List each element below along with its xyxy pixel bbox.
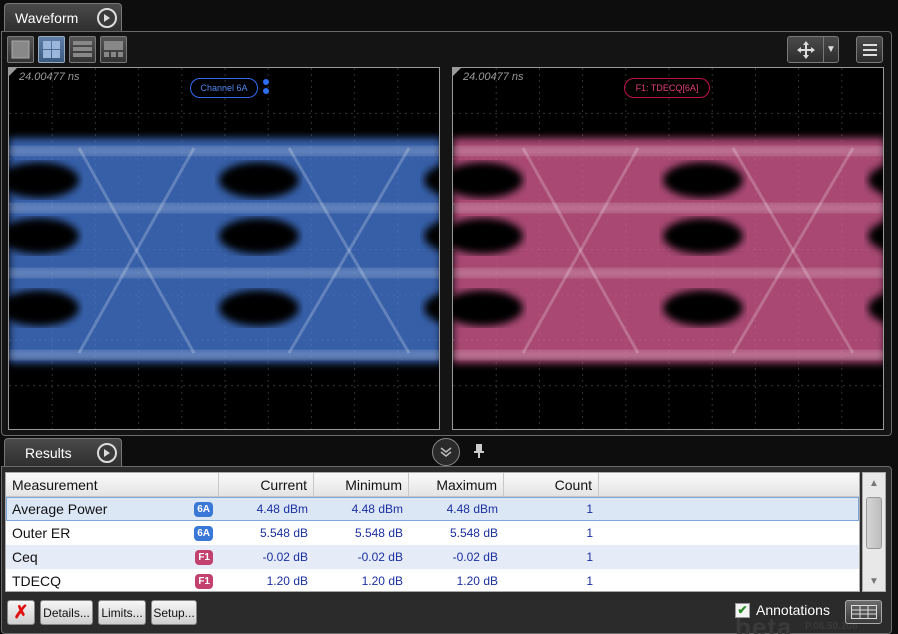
scroll-down-icon[interactable]: ▼ bbox=[863, 571, 885, 591]
waveform-run-icon[interactable] bbox=[97, 8, 117, 28]
measurements-table: Measurement Current Minimum Maximum Coun… bbox=[5, 472, 860, 592]
channel-marker-dots bbox=[263, 79, 269, 97]
table-row[interactable]: Ceq F1 -0.02 dB -0.02 dB -0.02 dB 1 bbox=[6, 545, 859, 569]
annotations-toggle[interactable]: ✔ Annotations bbox=[735, 602, 830, 618]
count-value: 1 bbox=[586, 502, 593, 516]
minimum-value: 4.48 dBm bbox=[351, 502, 403, 516]
pan-arrows-icon bbox=[788, 37, 824, 62]
table-layout-icon[interactable] bbox=[845, 600, 882, 624]
collapse-chevron-icon[interactable] bbox=[432, 438, 460, 466]
annotations-label: Annotations bbox=[756, 602, 830, 618]
count-value: 1 bbox=[586, 574, 593, 588]
details-button[interactable]: Details... bbox=[40, 600, 93, 625]
app-window: Waveform ▼ 24.00477 ns Channel 6A 24.004… bbox=[0, 0, 898, 634]
column-header-measurement[interactable]: Measurement bbox=[6, 473, 219, 496]
results-tab-label: Results bbox=[25, 445, 72, 461]
clear-results-button[interactable]: ✗ bbox=[7, 600, 35, 625]
f1-tdecq-label[interactable]: F1: TDECQ[6A] bbox=[624, 78, 710, 98]
setup-button[interactable]: Setup... bbox=[151, 600, 197, 625]
count-value: 1 bbox=[586, 550, 593, 564]
eye-diagram-canvas bbox=[453, 68, 883, 429]
table-scrollbar[interactable]: ▲ ▼ bbox=[862, 472, 886, 592]
maximum-value: 4.48 dBm bbox=[446, 502, 498, 516]
waveform-tab[interactable]: Waveform bbox=[4, 3, 122, 32]
column-header-minimum[interactable]: Minimum bbox=[314, 473, 409, 496]
annotations-checkbox[interactable]: ✔ bbox=[735, 602, 750, 618]
waveform-tab-label: Waveform bbox=[15, 10, 79, 26]
minimum-value: 5.548 dB bbox=[354, 526, 403, 540]
table-row[interactable]: Outer ER 6A 5.548 dB 5.548 dB 5.548 dB 1 bbox=[6, 521, 859, 545]
eye-diagram-canvas bbox=[9, 68, 439, 429]
eye-diagram-f1-tdecq[interactable]: 24.00477 ns bbox=[452, 67, 884, 430]
current-value: 1.20 dB bbox=[266, 574, 308, 588]
maximum-value: 1.20 dB bbox=[456, 574, 498, 588]
measurement-name: Ceq bbox=[12, 549, 38, 565]
measurement-name: Outer ER bbox=[12, 525, 71, 541]
column-header-maximum[interactable]: Maximum bbox=[409, 473, 504, 496]
scroll-up-icon[interactable]: ▲ bbox=[863, 473, 885, 493]
column-header-count[interactable]: Count bbox=[504, 473, 599, 496]
eye-diagram-channel-6a[interactable]: 24.00477 ns bbox=[8, 67, 440, 430]
column-header-blank bbox=[599, 473, 859, 496]
measurement-name: TDECQ bbox=[12, 573, 61, 589]
maximum-value: 5.548 dB bbox=[449, 526, 498, 540]
table-header: Measurement Current Minimum Maximum Coun… bbox=[6, 473, 859, 497]
timestamp-label: 24.00477 ns bbox=[463, 71, 524, 83]
results-run-icon[interactable] bbox=[97, 443, 117, 463]
source-badge: F1 bbox=[195, 549, 213, 565]
channel-6a-label[interactable]: Channel 6A bbox=[190, 78, 258, 98]
limits-button[interactable]: Limits... bbox=[98, 600, 146, 625]
corner-marker bbox=[9, 68, 17, 76]
pin-icon[interactable] bbox=[472, 443, 486, 464]
source-badge: F1 bbox=[195, 573, 213, 589]
table-row[interactable]: Average Power 6A 4.48 dBm 4.48 dBm 4.48 d… bbox=[6, 497, 859, 521]
chevron-down-icon[interactable]: ▼ bbox=[824, 37, 838, 62]
layout-stacked-button[interactable] bbox=[69, 36, 96, 63]
current-value: 4.48 dBm bbox=[256, 502, 308, 516]
layout-quad-button[interactable] bbox=[38, 36, 65, 63]
pan-zoom-button[interactable]: ▼ bbox=[787, 36, 839, 63]
minimum-value: -0.02 dB bbox=[357, 550, 403, 564]
corner-marker bbox=[453, 68, 461, 76]
source-badge: 6A bbox=[194, 525, 213, 541]
current-value: 5.548 dB bbox=[259, 526, 308, 540]
layout-single-button[interactable] bbox=[7, 36, 34, 63]
measurement-name: Average Power bbox=[12, 501, 108, 517]
column-header-current[interactable]: Current bbox=[219, 473, 314, 496]
scroll-thumb[interactable] bbox=[866, 497, 882, 549]
hamburger-icon[interactable] bbox=[856, 36, 883, 63]
minimum-value: 1.20 dB bbox=[361, 574, 403, 588]
count-value: 1 bbox=[586, 526, 593, 540]
table-row[interactable]: TDECQ F1 1.20 dB 1.20 dB 1.20 dB 1 bbox=[6, 569, 859, 591]
maximum-value: -0.02 dB bbox=[452, 550, 498, 564]
results-tab[interactable]: Results bbox=[4, 438, 122, 467]
source-badge: 6A bbox=[194, 501, 213, 517]
timestamp-label: 24.00477 ns bbox=[19, 71, 80, 83]
layout-grid-button[interactable] bbox=[100, 36, 127, 63]
current-value: -0.02 dB bbox=[262, 550, 308, 564]
